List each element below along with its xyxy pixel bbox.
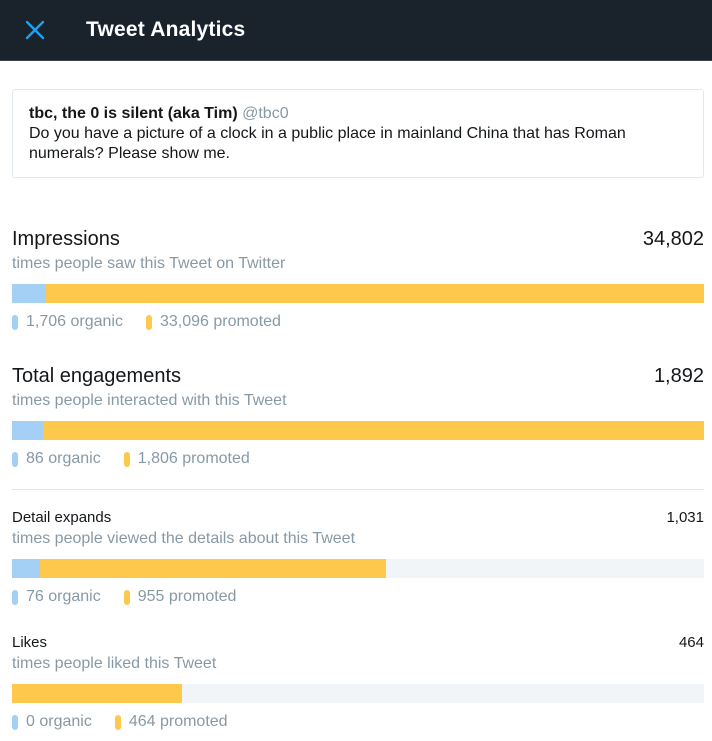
tweet-author-name: tbc, the 0 is silent (aka Tim) <box>29 105 238 122</box>
legend-promoted: 464 promoted <box>114 713 228 731</box>
organic-bar-segment <box>12 284 46 303</box>
organic-pip-icon <box>12 314 18 330</box>
close-button[interactable] <box>17 12 53 48</box>
modal-header: Tweet Analytics <box>0 0 712 61</box>
legend-organic: 76 organic <box>12 588 101 606</box>
stat-description: times people viewed the details about th… <box>12 530 356 547</box>
stat-legend: 76 organic 955 promoted <box>12 588 704 606</box>
promoted-count: 1,806 promoted <box>137 450 250 467</box>
legend-organic: 1,706 organic <box>12 313 123 331</box>
stat-description: times people liked this Tweet <box>12 655 217 672</box>
legend-promoted: 955 promoted <box>123 588 237 606</box>
organic-count: 76 organic <box>26 588 101 605</box>
stat-value: 34,802 <box>642 228 704 250</box>
stat-legend: 1,706 organic 33,096 promoted <box>12 313 704 331</box>
promoted-bar-segment <box>39 559 386 578</box>
organic-count: 0 organic <box>26 713 92 730</box>
legend-promoted: 1,806 promoted <box>123 450 250 468</box>
promoted-count: 33,096 promoted <box>159 313 281 330</box>
stat-value: 1,031 <box>666 509 704 526</box>
stat-description: times people saw this Tweet on Twitter <box>12 255 286 272</box>
stat-legend: 0 organic 464 promoted <box>12 713 704 731</box>
tweet-preview[interactable]: tbc, the 0 is silent (aka Tim) @tbc0 Do … <box>12 89 704 178</box>
promoted-bar-segment <box>43 421 704 440</box>
stat-detail-expands: Detail expands 1,031 times people viewed… <box>12 509 704 606</box>
stat-value: 1,892 <box>653 365 704 387</box>
organic-bar-segment <box>12 559 40 578</box>
close-icon <box>25 20 45 40</box>
stat-bar <box>12 684 704 703</box>
legend-organic: 0 organic <box>12 713 92 731</box>
promoted-count: 464 promoted <box>128 713 228 730</box>
stat-label: Total engagements <box>12 365 182 387</box>
legend-promoted: 33,096 promoted <box>145 313 281 331</box>
stat-label: Detail expands <box>12 509 112 526</box>
stat-likes: Likes 464 times people liked this Tweet … <box>12 634 704 731</box>
stat-total-engagements: Total engagements 1,892 times people int… <box>12 365 704 468</box>
promoted-bar-segment <box>12 684 182 703</box>
promoted-count: 955 promoted <box>137 588 237 605</box>
stat-impressions: Impressions 34,802 times people saw this… <box>12 228 704 331</box>
organic-count: 86 organic <box>26 450 101 467</box>
stat-label: Likes <box>12 634 48 651</box>
promoted-pip-icon <box>145 314 152 330</box>
stat-description: times people interacted with this Tweet <box>12 392 287 409</box>
organic-pip-icon <box>12 589 18 605</box>
stat-legend: 86 organic 1,806 promoted <box>12 450 704 468</box>
section-divider <box>12 489 704 490</box>
stat-bar <box>12 421 704 440</box>
stat-bar <box>12 559 704 578</box>
stat-value: 464 <box>678 634 704 651</box>
promoted-pip-icon <box>123 451 130 467</box>
stat-bar <box>12 284 704 303</box>
organic-count: 1,706 organic <box>26 313 123 330</box>
promoted-pip-icon <box>114 714 121 730</box>
modal-title: Tweet Analytics <box>86 18 246 41</box>
organic-pip-icon <box>12 714 18 730</box>
organic-pip-icon <box>12 451 18 467</box>
promoted-pip-icon <box>123 589 130 605</box>
organic-bar-segment <box>12 421 44 440</box>
stat-label: Impressions <box>12 228 120 250</box>
legend-organic: 86 organic <box>12 450 101 468</box>
promoted-bar-segment <box>45 284 704 303</box>
tweet-text: Do you have a picture of a clock in a pu… <box>29 125 626 162</box>
tweet-author-handle: @tbc0 <box>242 105 289 122</box>
